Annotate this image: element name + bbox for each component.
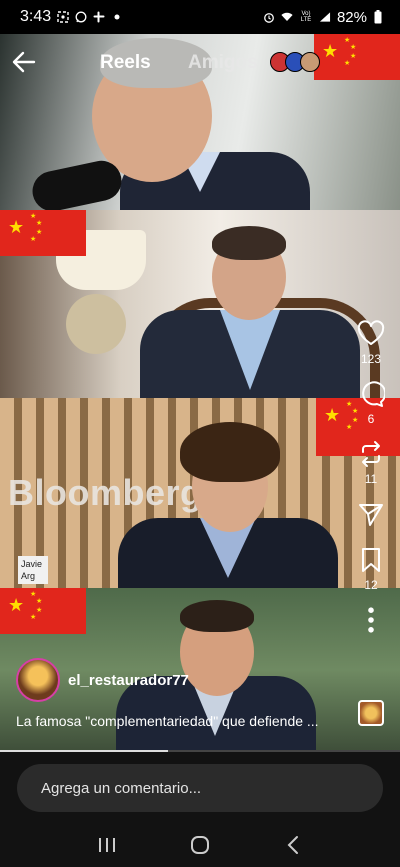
system-nav-bar — [0, 822, 400, 867]
friend-avatar — [300, 52, 320, 72]
heart-icon — [357, 320, 385, 345]
volte-icon: Vo) LTE — [300, 11, 312, 23]
lower-third-label: Javie Arg — [18, 556, 48, 584]
like-button[interactable]: 123 — [357, 320, 385, 380]
video-progress[interactable] — [0, 750, 400, 752]
save-count: 12 — [364, 578, 378, 592]
slack-icon — [93, 11, 105, 23]
more-vertical-icon — [368, 607, 374, 633]
status-time: 3:43 — [20, 8, 52, 25]
status-left: 3:43 — [20, 8, 123, 26]
repost-icon — [362, 441, 380, 467]
back-icon[interactable] — [281, 833, 305, 857]
send-icon — [359, 504, 383, 526]
bloomberg-logo: Bloomberg — [8, 472, 203, 513]
comment-bar — [0, 752, 400, 822]
video-panel-2: ★ ★ ★ ★ ★ — [0, 210, 400, 398]
reel-video[interactable]: ★ ★ ★ ★ ★ ★ ★ ★ ★ ★ Bloomberg Javie Arg … — [0, 34, 400, 752]
repost-count: 11 — [364, 472, 378, 486]
comment-button[interactable]: 6 — [357, 380, 385, 440]
dot-icon — [111, 11, 123, 23]
video-panel-3: Bloomberg Javie Arg ★ ★ ★ ★ ★ — [0, 398, 400, 588]
signal-icon — [319, 11, 331, 23]
status-right: Vo) LTE 82% — [263, 9, 382, 26]
more-options-button[interactable] — [357, 606, 385, 634]
wifi-icon — [281, 11, 293, 23]
recents-icon[interactable] — [95, 833, 119, 857]
arrow-left-icon[interactable] — [10, 48, 38, 76]
status-bar: 3:43 Vo) LTE 82% — [0, 0, 400, 34]
vase — [66, 294, 126, 354]
reel-actions: 123 6 11 12 — [356, 320, 386, 648]
tab-reels[interactable]: Reels — [100, 52, 151, 74]
china-flag-4: ★ ★ ★ ★ ★ — [0, 588, 86, 634]
author-username[interactable]: el_restaurador77 — [68, 672, 189, 689]
like-count: 123 — [360, 352, 382, 366]
screenshot-icon — [57, 11, 69, 23]
author-row[interactable]: el_restaurador77 — [16, 658, 189, 702]
caption[interactable]: La famosa "complementariedad" que defien… — [16, 713, 346, 729]
china-flag-2: ★ ★ ★ ★ ★ — [0, 210, 86, 256]
battery-percent: 82% — [336, 8, 367, 26]
whatsapp-icon — [75, 11, 87, 23]
share-button[interactable] — [357, 500, 385, 528]
repost-button[interactable]: 11 — [357, 440, 385, 500]
reels-header: Reels Amigos — [0, 34, 400, 92]
comment-icon — [362, 381, 385, 407]
alarm-icon — [263, 11, 275, 23]
video-progress-fill — [0, 750, 168, 752]
audio-thumbnail[interactable] — [358, 700, 384, 726]
save-button[interactable]: 12 — [357, 546, 385, 606]
bookmark-icon — [362, 548, 380, 572]
avatar[interactable] — [16, 658, 60, 702]
home-icon[interactable] — [188, 833, 212, 857]
battery-icon — [373, 10, 382, 24]
comment-count: 6 — [367, 412, 375, 426]
comment-input[interactable] — [17, 764, 383, 812]
friend-avatars[interactable] — [270, 52, 320, 72]
microphone — [28, 157, 126, 210]
tab-amigos[interactable]: Amigos — [188, 52, 258, 74]
